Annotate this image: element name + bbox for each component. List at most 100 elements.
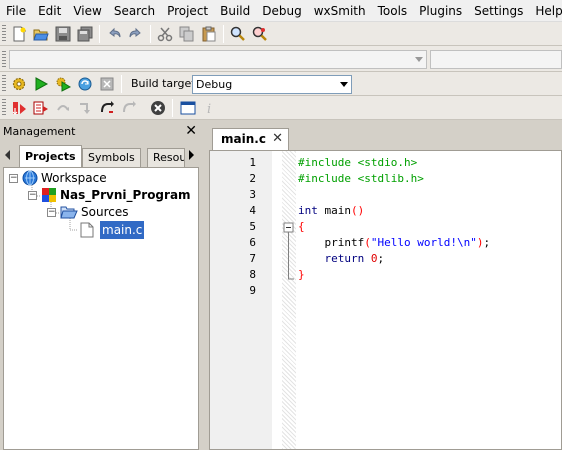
management-header: Management ✕ <box>0 123 201 140</box>
code-line-1: #include <stdio.h> <box>298 156 418 169</box>
undo-icon[interactable] <box>104 24 124 44</box>
menu-file[interactable]: File <box>0 0 32 22</box>
build-target-label: Build target: <box>131 77 200 90</box>
management-panel: Management ✕ Projects Symbols Resou − Wo… <box>0 123 201 450</box>
editor-tab-label: main.c <box>221 132 266 146</box>
toolbar-grip[interactable] <box>2 51 6 67</box>
save-icon[interactable] <box>53 24 73 44</box>
open-folder-icon <box>60 206 78 219</box>
line-number: 7 <box>249 252 256 265</box>
menu-edit[interactable]: Edit <box>32 0 67 22</box>
cut-icon[interactable] <box>155 24 175 44</box>
stop-debugger-icon[interactable] <box>148 98 168 118</box>
editor-tab-main-c[interactable]: main.c ✕ <box>212 128 289 150</box>
run-icon[interactable] <box>31 74 51 94</box>
file-label: main.c <box>100 221 145 239</box>
build-gear-icon[interactable] <box>9 74 29 94</box>
collapse-project-icon[interactable]: − <box>28 191 37 200</box>
debug-start-icon[interactable] <box>9 98 29 118</box>
build-and-run-icon[interactable] <box>53 74 73 94</box>
redo-icon[interactable] <box>126 24 146 44</box>
line-number: 3 <box>249 188 256 201</box>
project-tree: − Workspace − Nas_Prvni_Program − Source… <box>3 167 199 450</box>
scope-combo[interactable] <box>9 50 427 69</box>
code-line-8: } <box>298 268 305 281</box>
management-title: Management <box>3 125 76 138</box>
tree-item-project[interactable]: Nas_Prvni_Program <box>41 186 191 204</box>
paste-icon[interactable] <box>199 24 219 44</box>
menu-help[interactable]: Help <box>529 0 562 22</box>
line-number: 4 <box>249 204 256 217</box>
menu-bar: File Edit View Search Project Build Debu… <box>0 0 562 22</box>
editor-area: main.c ✕ 1 2 3 4 5 6 7 8 9 #include <std… <box>204 123 562 450</box>
tree-item-main-c[interactable]: main.c <box>80 221 145 239</box>
step-into-icon <box>75 98 95 118</box>
info-icon: i <box>200 98 220 118</box>
close-icon[interactable]: ✕ <box>185 123 197 140</box>
toolbar-grip[interactable] <box>2 75 6 91</box>
menu-settings[interactable]: Settings <box>468 0 529 22</box>
toolbar-grip[interactable] <box>2 25 6 41</box>
collapse-sources-icon[interactable]: − <box>47 208 56 217</box>
tree-item-workspace[interactable]: Workspace <box>22 169 107 187</box>
line-number-gutter: 1 2 3 4 5 6 7 8 9 <box>210 151 272 449</box>
menu-project[interactable]: Project <box>161 0 214 22</box>
find-icon[interactable] <box>228 24 248 44</box>
code-completion-toolbar <box>0 46 562 72</box>
new-file-icon[interactable] <box>9 24 29 44</box>
menu-plugins[interactable]: Plugins <box>413 0 468 22</box>
code-line-6: printf("Hello world!\n"); <box>298 236 491 249</box>
build-target-select[interactable]: Debug <box>192 75 352 94</box>
tab-scroll-right-icon[interactable] <box>188 149 196 164</box>
project-icon <box>42 188 56 202</box>
replace-icon[interactable] <box>250 24 270 44</box>
chevron-down-icon <box>411 51 426 68</box>
code-editor[interactable]: 1 2 3 4 5 6 7 8 9 #include <stdio.h> #in… <box>209 150 562 450</box>
tab-scroll-left-icon[interactable] <box>4 149 12 164</box>
project-label: Nas_Prvni_Program <box>60 188 191 202</box>
save-all-icon[interactable] <box>75 24 95 44</box>
symbol-combo[interactable] <box>430 50 562 69</box>
line-number: 2 <box>249 172 256 185</box>
sources-label: Sources <box>81 205 129 219</box>
svg-text:i: i <box>207 102 211 116</box>
menu-debug[interactable]: Debug <box>256 0 307 22</box>
workspace-icon <box>22 170 38 186</box>
menu-build[interactable]: Build <box>214 0 256 22</box>
main-toolbar <box>0 22 562 46</box>
code-line-4: int main() <box>298 204 365 217</box>
toolbar-grip[interactable] <box>2 99 6 115</box>
chevron-down-icon <box>336 76 351 93</box>
tab-symbols[interactable]: Symbols <box>82 148 141 167</box>
debug-windows-icon[interactable] <box>178 98 198 118</box>
build-toolbar: Build target: Debug <box>0 72 562 96</box>
menu-search[interactable]: Search <box>108 0 161 22</box>
line-number: 6 <box>249 236 256 249</box>
tab-projects[interactable]: Projects <box>19 145 82 168</box>
build-target-value: Debug <box>196 78 233 91</box>
line-number: 9 <box>249 284 256 297</box>
fold-lines <box>283 222 294 280</box>
file-icon <box>80 222 94 238</box>
tab-resources[interactable]: Resou <box>147 148 185 167</box>
code-line-2: #include <stdlib.h> <box>298 172 424 185</box>
menu-wxsmith[interactable]: wxSmith <box>308 0 372 22</box>
step-out-icon[interactable] <box>97 98 117 118</box>
abort-icon[interactable] <box>97 74 117 94</box>
rebuild-icon[interactable] <box>75 74 95 94</box>
menu-view[interactable]: View <box>67 0 107 22</box>
collapse-workspace-icon[interactable]: − <box>9 174 18 183</box>
next-instruction-icon <box>119 98 139 118</box>
tree-item-sources[interactable]: Sources <box>60 203 128 221</box>
line-number: 1 <box>249 156 256 169</box>
line-number: 8 <box>249 268 256 281</box>
close-tab-icon[interactable]: ✕ <box>272 129 283 149</box>
run-to-cursor-icon[interactable] <box>31 98 51 118</box>
menu-tools[interactable]: Tools <box>372 0 414 22</box>
code-line-5: { <box>298 220 305 233</box>
line-number: 5 <box>249 220 256 233</box>
copy-icon[interactable] <box>177 24 197 44</box>
next-line-icon <box>53 98 73 118</box>
code-line-7: return 0; <box>324 252 385 265</box>
open-folder-icon[interactable] <box>31 24 51 44</box>
